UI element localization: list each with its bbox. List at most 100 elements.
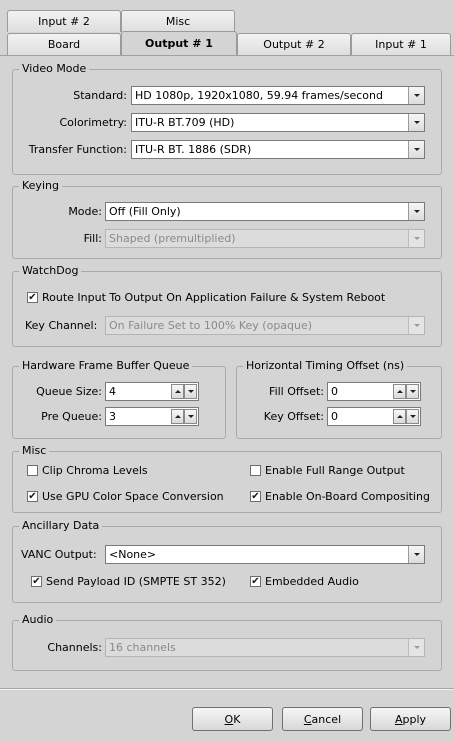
checkbox-box[interactable]: ✔ bbox=[250, 576, 261, 587]
chevron-up-icon[interactable] bbox=[171, 409, 184, 424]
onboard-compositing-checkbox[interactable]: ✔ Enable On-Board Compositing bbox=[250, 490, 430, 503]
chevron-down-icon[interactable] bbox=[406, 384, 419, 399]
stepper-value: 3 bbox=[109, 410, 116, 423]
clip-chroma-checkbox[interactable]: Clip Chroma Levels bbox=[27, 464, 148, 477]
tab-output-2[interactable]: Output # 2 bbox=[237, 33, 351, 55]
vanc-output-combo[interactable]: <None> bbox=[105, 545, 425, 564]
tab-label: Misc bbox=[165, 15, 191, 28]
ok-button[interactable]: OK bbox=[192, 707, 273, 731]
chevron-up-icon[interactable] bbox=[393, 384, 406, 399]
combo-value: On Failure Set to 100% Key (opaque) bbox=[109, 319, 313, 332]
tab-output-1[interactable]: Output # 1 bbox=[121, 31, 237, 55]
checkbox-label: Embedded Audio bbox=[265, 575, 359, 588]
button-label: OK bbox=[224, 712, 241, 726]
combo-value: <None> bbox=[109, 548, 157, 561]
ancillary-group: Ancillary Data bbox=[12, 519, 442, 603]
chevron-down-icon[interactable] bbox=[184, 384, 197, 399]
key-channel-combo[interactable]: On Failure Set to 100% Key (opaque) bbox=[105, 316, 425, 335]
tab-input-2[interactable]: Input # 2 bbox=[7, 10, 121, 32]
pre-queue-stepper[interactable]: 3 bbox=[105, 407, 199, 426]
stepper-value: 0 bbox=[331, 385, 338, 398]
apply-button[interactable]: Apply bbox=[370, 707, 451, 731]
embedded-audio-checkbox[interactable]: ✔ Embedded Audio bbox=[250, 575, 359, 588]
tab-input-1[interactable]: Input # 1 bbox=[351, 33, 451, 55]
colorimetry-label: Colorimetry: bbox=[59, 116, 127, 129]
vanc-output-label: VANC Output: bbox=[21, 548, 97, 561]
key-offset-stepper[interactable]: 0 bbox=[327, 407, 421, 426]
transfer-function-combo[interactable]: ITU-R BT. 1886 (SDR) bbox=[131, 140, 425, 159]
combo-value: ITU-R BT.709 (HD) bbox=[135, 116, 235, 129]
tab-board[interactable]: Board bbox=[7, 33, 121, 55]
group-title: Video Mode bbox=[19, 62, 90, 76]
chevron-down-icon[interactable] bbox=[184, 409, 197, 424]
checkbox-box[interactable] bbox=[27, 465, 38, 476]
key-offset-label: Key Offset: bbox=[263, 410, 324, 423]
checkbox-label: Enable On-Board Compositing bbox=[265, 490, 430, 503]
route-input-checkbox[interactable]: ✔ Route Input To Output On Application F… bbox=[27, 291, 385, 304]
checkbox-box[interactable]: ✔ bbox=[27, 292, 38, 303]
combo-value: Shaped (premultiplied) bbox=[109, 232, 236, 245]
stepper-value: 0 bbox=[331, 410, 338, 423]
combo-value: 16 channels bbox=[109, 641, 176, 654]
standard-label: Standard: bbox=[73, 89, 127, 102]
stepper-value: 4 bbox=[109, 385, 116, 398]
combo-value: Off (Fill Only) bbox=[109, 205, 181, 218]
checkbox-label: Send Payload ID (SMPTE ST 352) bbox=[46, 575, 226, 588]
checkbox-box[interactable]: ✔ bbox=[27, 491, 38, 502]
transfer-function-label: Transfer Function: bbox=[28, 143, 127, 156]
chevron-down-icon[interactable] bbox=[408, 87, 424, 104]
tab-label: Output # 2 bbox=[263, 38, 325, 51]
timing-offset-group: Horizontal Timing Offset (ns) bbox=[236, 359, 442, 439]
fill-offset-stepper[interactable]: 0 bbox=[327, 382, 421, 401]
checkbox-box[interactable]: ✔ bbox=[31, 576, 42, 587]
colorimetry-combo[interactable]: ITU-R BT.709 (HD) bbox=[131, 113, 425, 132]
group-title: Ancillary Data bbox=[19, 519, 103, 533]
checkbox-label: Enable Full Range Output bbox=[265, 464, 405, 477]
pre-queue-label: Pre Queue: bbox=[41, 410, 102, 423]
channels-label: Channels: bbox=[47, 641, 102, 654]
tab-misc[interactable]: Misc bbox=[121, 10, 235, 32]
checkbox-box[interactable]: ✔ bbox=[250, 491, 261, 502]
tab-divider bbox=[0, 55, 454, 56]
fill-offset-label: Fill Offset: bbox=[269, 385, 324, 398]
combo-value: HD 1080p, 1920x1080, 59.94 frames/second bbox=[135, 89, 383, 102]
group-title: WatchDog bbox=[19, 264, 82, 278]
tab-label: Input # 1 bbox=[375, 38, 427, 51]
tab-label: Input # 2 bbox=[38, 15, 90, 28]
queue-size-stepper[interactable]: 4 bbox=[105, 382, 199, 401]
checkbox-label: Clip Chroma Levels bbox=[42, 464, 148, 477]
cancel-button[interactable]: Cancel bbox=[282, 707, 363, 731]
chevron-down-icon[interactable] bbox=[408, 317, 424, 334]
group-title: Horizontal Timing Offset (ns) bbox=[243, 359, 408, 373]
chevron-down-icon[interactable] bbox=[408, 141, 424, 158]
checkbox-label: Route Input To Output On Application Fai… bbox=[42, 291, 386, 304]
misc-group: Misc bbox=[12, 444, 442, 513]
chevron-up-icon[interactable] bbox=[171, 384, 184, 399]
full-range-checkbox[interactable]: Enable Full Range Output bbox=[250, 464, 405, 477]
watchdog-group: WatchDog bbox=[12, 264, 442, 347]
footer-separator-highlight bbox=[0, 689, 454, 690]
chevron-up-icon[interactable] bbox=[393, 409, 406, 424]
keying-fill-combo[interactable]: Shaped (premultiplied) bbox=[105, 229, 425, 248]
chevron-down-icon[interactable] bbox=[408, 203, 424, 220]
group-title: Misc bbox=[19, 444, 50, 458]
chevron-down-icon[interactable] bbox=[408, 114, 424, 131]
chevron-down-icon[interactable] bbox=[408, 546, 424, 563]
gpu-color-checkbox[interactable]: ✔ Use GPU Color Space Conversion bbox=[27, 490, 224, 503]
send-payload-checkbox[interactable]: ✔ Send Payload ID (SMPTE ST 352) bbox=[31, 575, 226, 588]
button-label: Cancel bbox=[303, 712, 342, 726]
tab-label: Board bbox=[47, 38, 81, 51]
combo-value: ITU-R BT. 1886 (SDR) bbox=[135, 143, 252, 156]
chevron-down-icon[interactable] bbox=[408, 639, 424, 656]
checkbox-label: Use GPU Color Space Conversion bbox=[42, 490, 224, 503]
chevron-down-icon[interactable] bbox=[408, 230, 424, 247]
checkbox-box[interactable] bbox=[250, 465, 261, 476]
keying-mode-combo[interactable]: Off (Fill Only) bbox=[105, 202, 425, 221]
group-title: Audio bbox=[19, 613, 57, 627]
standard-combo[interactable]: HD 1080p, 1920x1080, 59.94 frames/second bbox=[131, 86, 425, 105]
chevron-down-icon[interactable] bbox=[406, 409, 419, 424]
audio-channels-combo[interactable]: 16 channels bbox=[105, 638, 425, 657]
queue-size-label: Queue Size: bbox=[36, 385, 102, 398]
keying-group: Keying bbox=[12, 179, 442, 259]
fill-label: Fill: bbox=[83, 232, 102, 245]
